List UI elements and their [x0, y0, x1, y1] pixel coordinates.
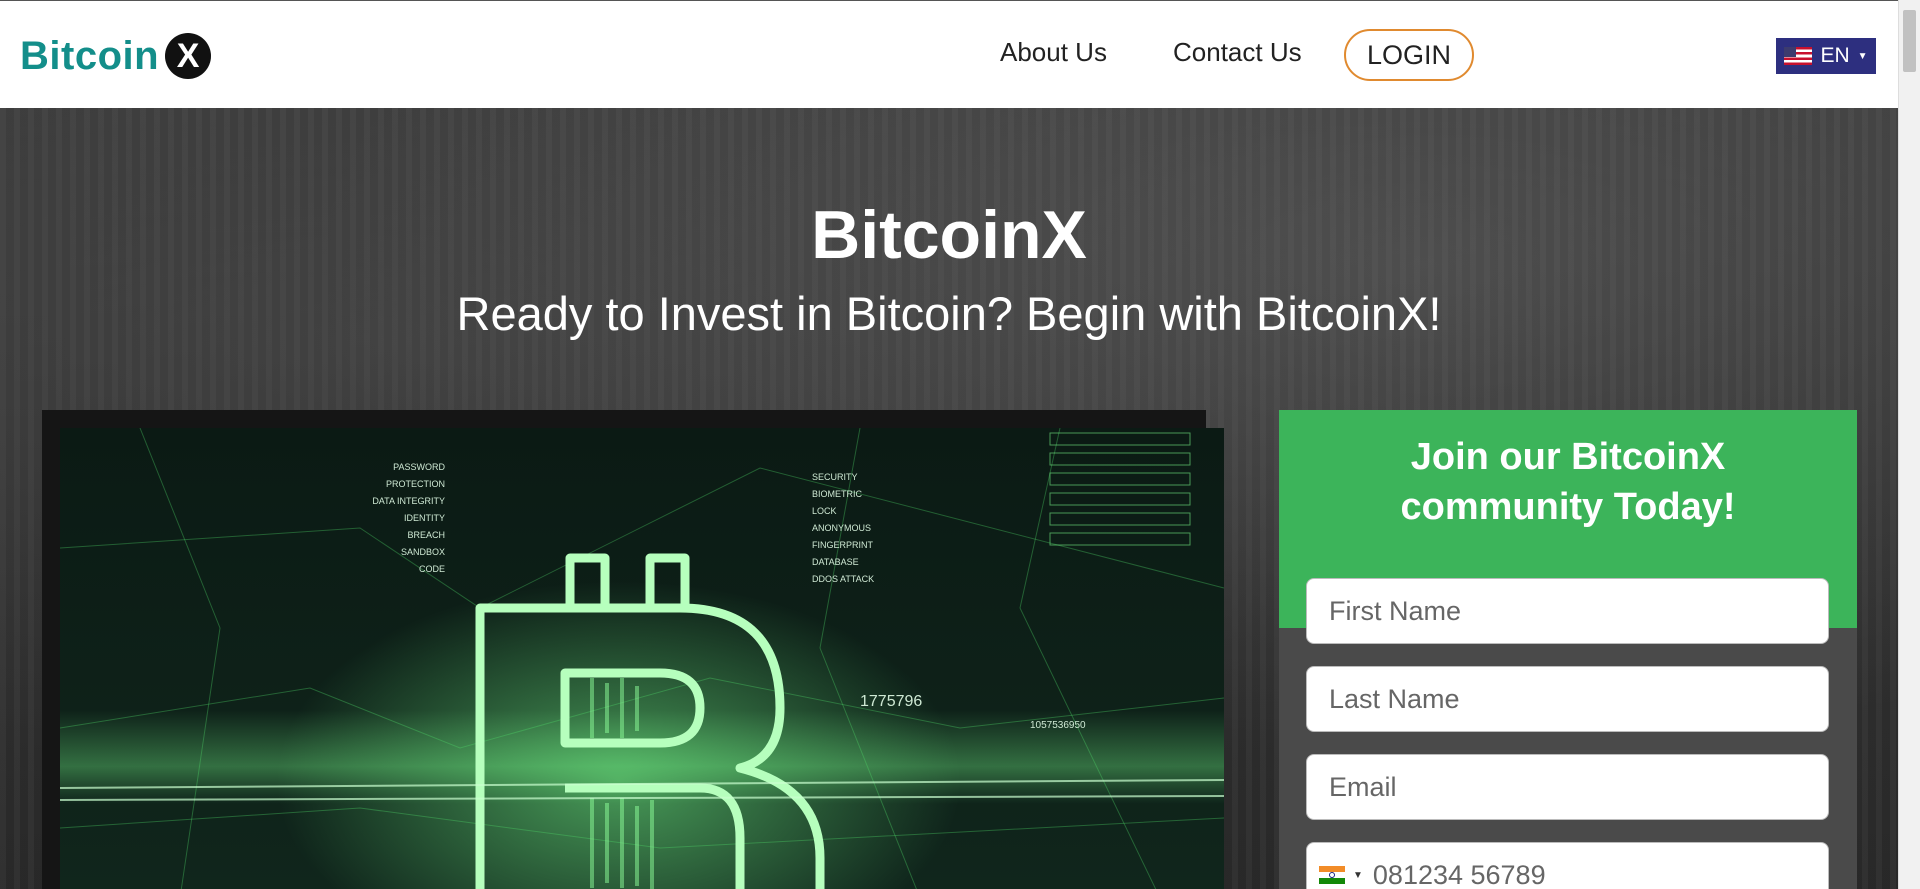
- signup-form: Join our BitcoinX community Today! ▼: [1279, 410, 1857, 889]
- site-header: Bitcoin X About Us Contact Us LOGIN EN ▼: [0, 0, 1898, 108]
- label-protection: PROTECTION: [386, 479, 445, 489]
- label-fingerprint: FINGERPRINT: [812, 540, 874, 550]
- label-ddos-attack: DDOS ATTACK: [812, 574, 874, 584]
- form-title-line2: community Today!: [1400, 486, 1736, 528]
- bitcoin-circuit-image: PASSWORD PROTECTION DATA INTEGRITY IDENT…: [60, 428, 1224, 889]
- label-lock: LOCK: [812, 506, 837, 516]
- india-flag-icon[interactable]: [1319, 866, 1345, 884]
- nav-about-us[interactable]: About Us: [1000, 37, 1107, 68]
- scrollbar-thumb[interactable]: [1903, 10, 1916, 72]
- hero-section: BitcoinX Ready to Invest in Bitcoin? Beg…: [0, 108, 1898, 889]
- last-name-input[interactable]: [1306, 666, 1829, 732]
- phone-input[interactable]: [1370, 858, 1795, 889]
- label-number-1: 1775796: [860, 693, 922, 710]
- promo-video[interactable]: PASSWORD PROTECTION DATA INTEGRITY IDENT…: [42, 410, 1224, 889]
- label-biometric: BIOMETRIC: [812, 489, 863, 499]
- logo-x-mark: X: [165, 33, 212, 79]
- language-label: EN: [1820, 44, 1850, 67]
- form-title: Join our BitcoinX community Today!: [1279, 432, 1857, 532]
- hero-title: BitcoinX: [811, 197, 1087, 273]
- login-button[interactable]: LOGIN: [1344, 29, 1474, 81]
- bitcoin-circuit-graphic: PASSWORD PROTECTION DATA INTEGRITY IDENT…: [60, 428, 1224, 889]
- caret-down-icon: ▼: [1857, 50, 1868, 62]
- label-password: PASSWORD: [393, 462, 445, 472]
- caret-down-icon[interactable]: ▼: [1353, 870, 1363, 881]
- logo-text: Bitcoin: [20, 33, 160, 78]
- label-anonymous: ANONYMOUS: [812, 523, 871, 533]
- label-breach: BREACH: [407, 530, 445, 540]
- nav-contact-us[interactable]: Contact Us: [1173, 37, 1302, 68]
- language-selector[interactable]: EN ▼: [1776, 38, 1876, 74]
- label-data-integrity: DATA INTEGRITY: [372, 496, 445, 506]
- us-flag-icon: [1784, 47, 1813, 65]
- bitcoinx-logo[interactable]: Bitcoin X: [20, 31, 212, 81]
- email-input[interactable]: [1306, 754, 1829, 820]
- label-number-2: 1057536950: [1030, 720, 1086, 731]
- phone-field[interactable]: ▼: [1306, 842, 1829, 889]
- label-sandbox: SANDBOX: [401, 547, 445, 557]
- first-name-input[interactable]: [1306, 578, 1829, 644]
- label-identity: IDENTITY: [404, 513, 445, 523]
- hero-subtitle: Ready to Invest in Bitcoin? Begin with B…: [456, 287, 1442, 340]
- page-scrollbar[interactable]: [1898, 0, 1920, 889]
- label-database: DATABASE: [812, 557, 859, 567]
- label-security: SECURITY: [812, 472, 858, 482]
- form-title-line1: Join our BitcoinX: [1410, 436, 1726, 478]
- label-code: CODE: [419, 564, 445, 574]
